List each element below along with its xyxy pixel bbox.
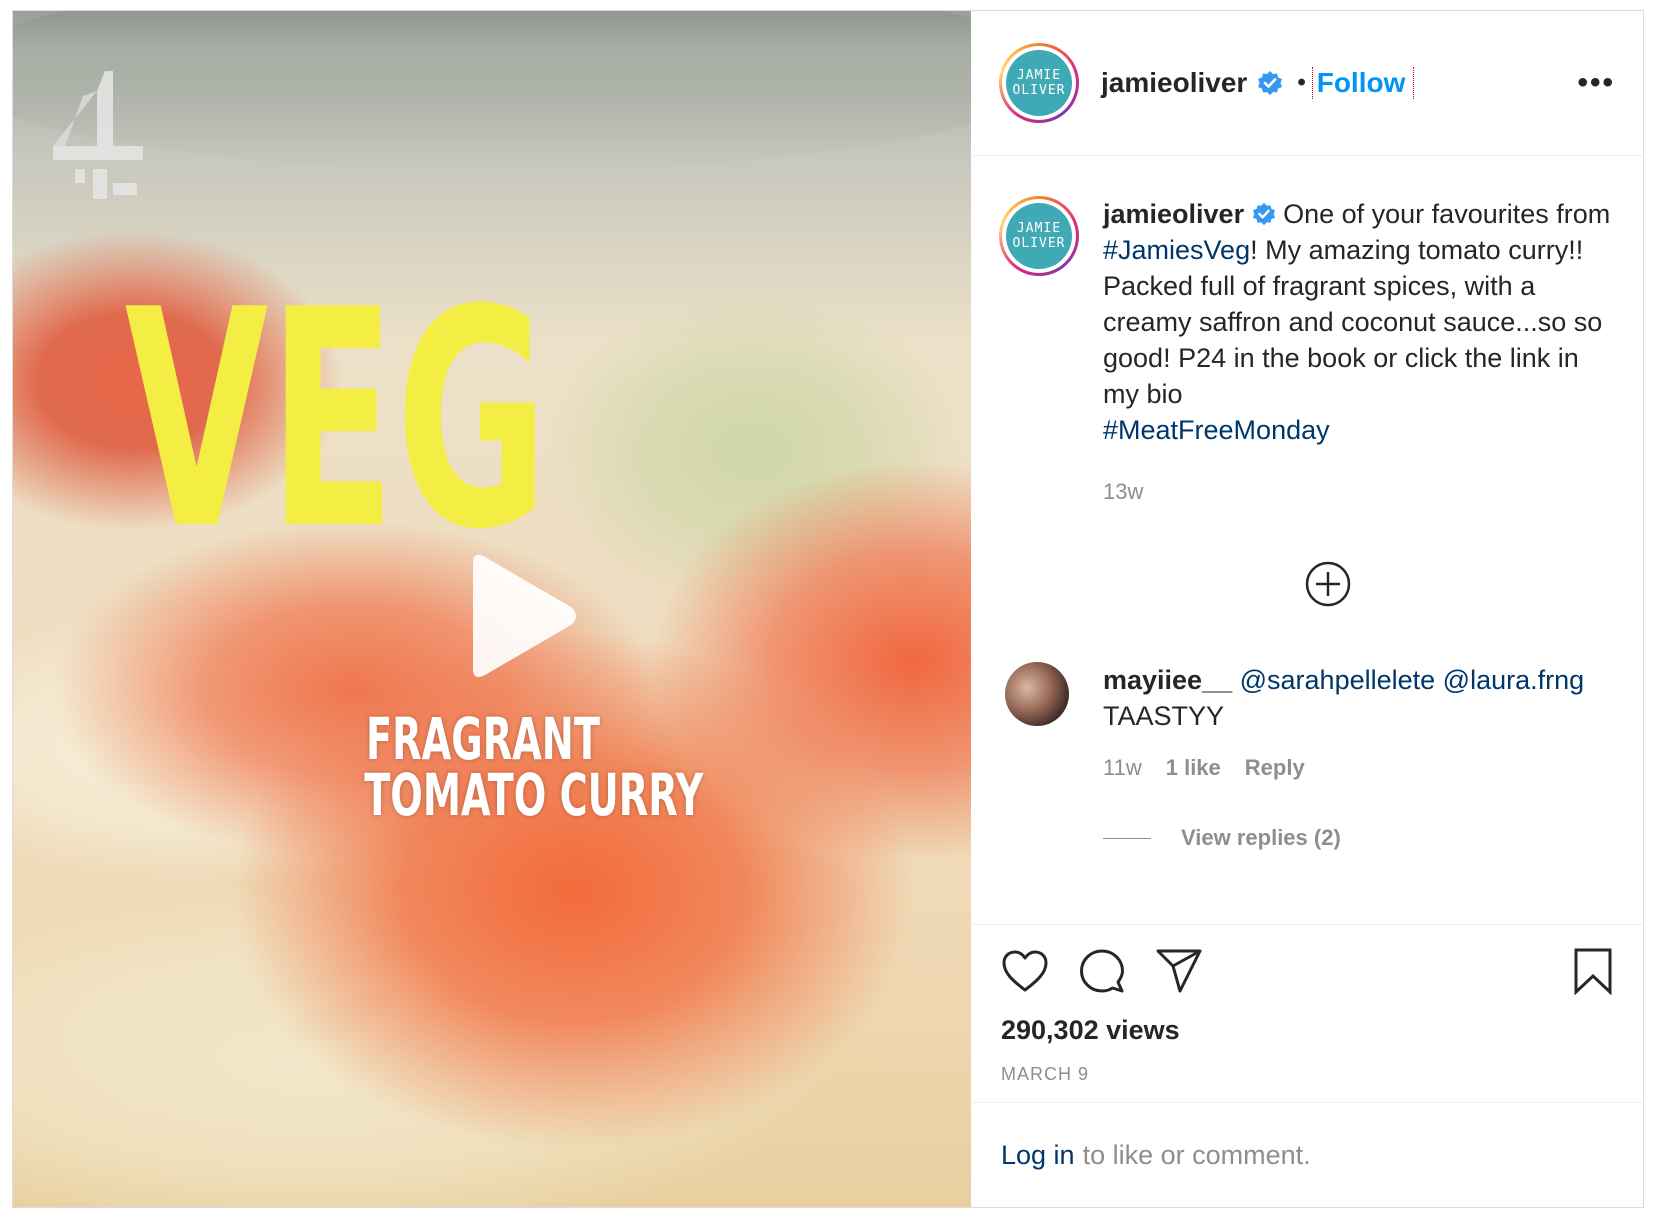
comment-username[interactable]: mayiiee__ bbox=[1103, 665, 1232, 695]
comment-likes[interactable]: 1 like bbox=[1166, 750, 1221, 786]
side-panel: JAMIE OLIVER jamieoliver • Follow ••• JA bbox=[971, 11, 1643, 1207]
caption-username[interactable]: jamieoliver bbox=[1103, 199, 1244, 229]
reply-button[interactable]: Reply bbox=[1245, 750, 1305, 786]
post-actions: 290,302 views MARCH 9 bbox=[971, 924, 1643, 1102]
overlay-subtitle-line: TOMATO CURRY bbox=[364, 761, 704, 829]
avatar[interactable]: JAMIE OLIVER bbox=[999, 196, 1079, 276]
caption-text: jamieoliver One of your favourites from … bbox=[1103, 196, 1613, 510]
overlay-title-letter: E bbox=[268, 246, 396, 595]
channel-4-logo bbox=[53, 71, 143, 199]
caption-body: One of your favourites from bbox=[1275, 199, 1611, 229]
login-prompt-text: to like or comment. bbox=[1082, 1139, 1311, 1170]
caption: JAMIE OLIVER jamieoliver One of your fav… bbox=[999, 196, 1613, 510]
jamie-oliver-logo: JAMIE OLIVER bbox=[1006, 50, 1072, 116]
post-date[interactable]: MARCH 9 bbox=[1001, 1064, 1613, 1085]
comment-text: TAASTYY bbox=[1103, 701, 1225, 731]
overlay-title: V E G bbox=[13, 246, 549, 595]
jamie-oliver-logo: JAMIE OLIVER bbox=[1006, 203, 1072, 269]
avatar[interactable]: JAMIE OLIVER bbox=[999, 43, 1079, 123]
load-more-comments-icon[interactable] bbox=[1304, 560, 1352, 608]
avatar[interactable] bbox=[1005, 662, 1069, 726]
comments-section: JAMIE OLIVER jamieoliver One of your fav… bbox=[971, 156, 1643, 924]
bookmark-icon bbox=[1574, 948, 1612, 995]
like-button[interactable] bbox=[1001, 949, 1049, 993]
mention-link[interactable]: @laura.frng bbox=[1443, 665, 1584, 695]
more-options-icon[interactable]: ••• bbox=[1577, 68, 1615, 98]
comment-item: mayiiee__ @sarahpellelete @laura.frng TA… bbox=[999, 662, 1613, 856]
overlay-subtitle: FRAGRANT TOMATO CURRY bbox=[303, 705, 704, 829]
action-icons bbox=[1001, 947, 1613, 995]
mention-link[interactable]: @sarahpellelete bbox=[1240, 665, 1436, 695]
hashtag-link[interactable]: #MeatFreeMonday bbox=[1103, 415, 1330, 445]
post-container: V E G FRAGRANT TOMATO CURRY JAMIE OLIVER… bbox=[12, 10, 1644, 1208]
overlay-title-letter: G bbox=[395, 246, 549, 595]
save-button[interactable] bbox=[1573, 947, 1613, 995]
video-media[interactable]: V E G FRAGRANT TOMATO CURRY bbox=[13, 11, 971, 1207]
heart-icon bbox=[1002, 950, 1048, 992]
comment-bubble-icon bbox=[1080, 949, 1124, 993]
verified-badge-icon bbox=[1252, 202, 1275, 226]
post-header: JAMIE OLIVER jamieoliver • Follow ••• bbox=[971, 11, 1643, 156]
view-replies-button[interactable]: View replies (2) bbox=[1103, 820, 1584, 856]
separator-dot: • bbox=[1297, 69, 1306, 96]
login-prompt: Log in to like or comment. bbox=[971, 1102, 1643, 1207]
view-count[interactable]: 290,302 views bbox=[1001, 1015, 1613, 1046]
hashtag-link[interactable]: #JamiesVeg bbox=[1103, 235, 1250, 265]
verified-badge-icon bbox=[1258, 71, 1283, 95]
header-username[interactable]: jamieoliver bbox=[1101, 67, 1247, 99]
comment-meta: 11w 1 like Reply bbox=[1103, 750, 1584, 786]
overlay-subtitle-line: FRAGRANT bbox=[366, 705, 600, 773]
comment-button[interactable] bbox=[1079, 948, 1125, 994]
share-button[interactable] bbox=[1155, 948, 1203, 994]
paper-plane-icon bbox=[1156, 949, 1202, 993]
comment-timestamp[interactable]: 11w bbox=[1103, 750, 1142, 786]
pan-rim bbox=[13, 11, 971, 171]
divider bbox=[1103, 837, 1151, 839]
follow-button[interactable]: Follow bbox=[1311, 67, 1415, 99]
comment-body: mayiiee__ @sarahpellelete @laura.frng TA… bbox=[1103, 662, 1584, 856]
caption-timestamp[interactable]: 13w bbox=[1103, 474, 1613, 510]
view-replies-label: View replies (2) bbox=[1181, 825, 1341, 850]
play-icon[interactable] bbox=[453, 551, 583, 681]
overlay-title-letter: V bbox=[124, 246, 269, 595]
login-link[interactable]: Log in bbox=[1001, 1140, 1075, 1171]
